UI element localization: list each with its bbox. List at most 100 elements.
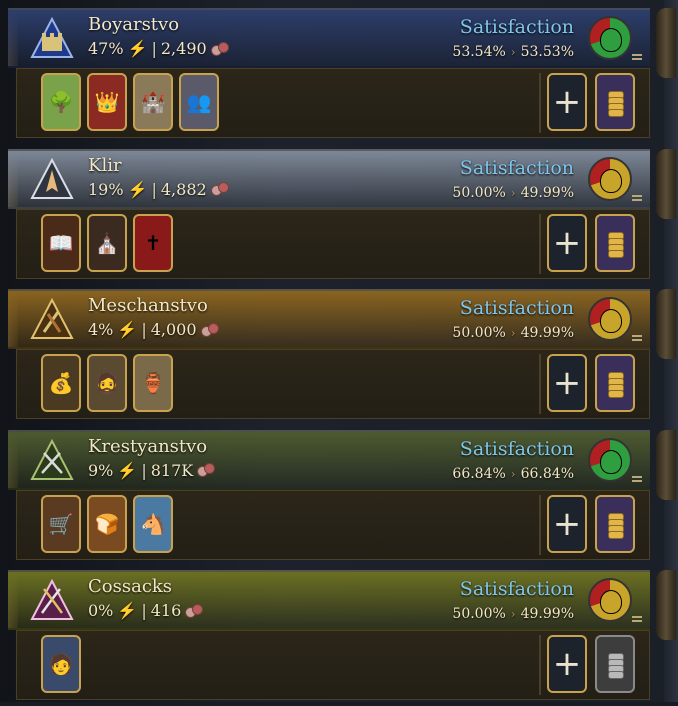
satisfaction-gauge[interactable]: [588, 156, 632, 201]
estate-header[interactable]: Krestyanstvo 9% ⚡ | 817K Satisfaction 66.84% › 6…: [8, 429, 650, 490]
hay-cart-card-icon[interactable]: 🛒: [41, 494, 81, 553]
estate-name: Meschanstvo: [88, 295, 208, 316]
estate-panel-meschanstvo: Meschanstvo 4% ⚡ | 4,000 Satisfaction 50.00% › 4…: [8, 289, 676, 425]
holy-book-card-icon[interactable]: 📖: [41, 213, 81, 272]
satisfaction-current: 50.00%: [452, 325, 506, 341]
estate-name: Boyarstvo: [88, 14, 180, 35]
add-privilege-button[interactable]: +: [547, 354, 587, 412]
stats-separator: |: [151, 39, 157, 58]
bishop-mitre-card-icon[interactable]: ✝: [133, 213, 173, 272]
satisfaction-gauge[interactable]: [588, 437, 632, 482]
privilege-cards: 💰 🧔 🏺: [41, 354, 173, 412]
influence-bolt-icon: ⚡: [117, 320, 138, 339]
estate-body: 🌳 👑 🏰 👥 +: [16, 68, 650, 138]
cossack-portrait-card-icon[interactable]: 🧑: [41, 635, 81, 693]
coin-stack-icon: [603, 87, 627, 117]
add-privilege-button[interactable]: +: [547, 213, 587, 272]
satisfaction-label: Satisfaction: [459, 156, 574, 179]
menu-lines-icon[interactable]: [632, 479, 642, 482]
estate-panel-klir: Klir 19% ⚡ | 4,882 Satisfaction 50.00% › 49.99% 📖…: [8, 148, 676, 285]
grant-funds-button[interactable]: [595, 73, 635, 131]
castle-icon: [28, 16, 76, 62]
grant-funds-button[interactable]: [595, 354, 635, 412]
estate-panel-cossacks: Cossacks 0% ⚡ | 416 Satisfaction 50.00% › 49.99%…: [8, 570, 676, 706]
body-divider: [539, 494, 541, 555]
grant-funds-button[interactable]: [595, 494, 635, 553]
privilege-cards: 📖 ⛪ ✝: [41, 213, 173, 272]
population-icon: [210, 41, 229, 56]
tools-icon: [28, 297, 76, 343]
market-stall-card-icon[interactable]: 🏺: [133, 354, 173, 412]
panel-ornament-right: [656, 289, 676, 359]
population-value: 416: [150, 601, 182, 620]
grant-funds-button[interactable]: [595, 635, 635, 693]
panel-ornament-right: [656, 429, 676, 500]
population-value: 4,882: [160, 179, 207, 199]
body-divider: [539, 213, 541, 274]
body-divider: [539, 635, 541, 695]
satisfaction-values: 50.00% › 49.99%: [452, 606, 574, 622]
satisfaction-current: 50.00%: [452, 184, 506, 201]
noble-lady-card-icon[interactable]: 👑: [87, 73, 127, 131]
coin-purse-card-icon[interactable]: 💰: [41, 354, 81, 412]
estate-header[interactable]: Cossacks 0% ⚡ | 416 Satisfaction 50.00% › 49.99%: [8, 570, 650, 630]
add-privilege-button[interactable]: +: [547, 73, 587, 131]
merchant-card-icon[interactable]: 🧔: [87, 354, 127, 412]
satisfaction-current: 53.54%: [452, 44, 506, 60]
estate-header[interactable]: Boyarstvo 47% ⚡ | 2,490 Satisfaction 53.54% › 53…: [8, 8, 650, 68]
menu-lines-icon[interactable]: [632, 339, 642, 341]
menu-lines-icon[interactable]: [632, 58, 642, 60]
influence-bolt-icon: ⚡: [117, 460, 138, 480]
estate-body: 📖 ⛪ ✝ +: [16, 208, 650, 279]
menu-lines-icon[interactable]: [632, 198, 642, 201]
theatre-mask-icon: [600, 168, 622, 193]
estate-name: Klir: [88, 154, 122, 176]
praying-hands-icon: [28, 157, 76, 203]
satisfaction-gauge[interactable]: [588, 297, 632, 341]
theatre-mask-icon: [600, 590, 622, 614]
influence-bolt-icon: ⚡: [127, 179, 148, 199]
menu-lines-icon[interactable]: [632, 620, 642, 622]
coin-stack-icon: [603, 509, 627, 539]
horse-card-icon[interactable]: 🐴: [133, 494, 173, 553]
chevron-right-icon: ›: [510, 607, 516, 621]
theatre-mask-icon: [600, 28, 622, 52]
estate-body: 🧑 +: [16, 630, 650, 700]
grant-funds-button[interactable]: [595, 213, 635, 272]
estate-stats: 4% ⚡ | 4,000: [88, 320, 219, 339]
add-privilege-button[interactable]: +: [547, 494, 587, 553]
estate-header[interactable]: Klir 19% ⚡ | 4,882 Satisfaction 50.00% › 49.99%: [8, 148, 650, 209]
panel-ornament-right: [656, 148, 676, 219]
satisfaction-current: 50.00%: [452, 606, 506, 622]
chevron-right-icon: ›: [510, 326, 516, 340]
satisfaction-next: 49.99%: [520, 325, 574, 341]
influence-value: 19%: [88, 179, 124, 199]
pitchfork-icon: [28, 438, 76, 484]
privilege-cards: 🧑: [41, 635, 81, 693]
panel-ornament-right: [656, 570, 676, 640]
influence-bolt-icon: ⚡: [127, 39, 148, 58]
stats-separator: |: [141, 320, 147, 339]
coin-stack-icon: [603, 368, 627, 398]
bread-card-icon[interactable]: 🍞: [87, 494, 127, 553]
add-privilege-button[interactable]: +: [547, 635, 587, 693]
satisfaction-label: Satisfaction: [459, 578, 574, 600]
satisfaction-current: 66.84%: [452, 465, 506, 482]
monk-card-icon[interactable]: ⛪: [87, 213, 127, 272]
estate-header[interactable]: Meschanstvo 4% ⚡ | 4,000 Satisfaction 50.00% › 4…: [8, 289, 650, 349]
stats-separator: |: [141, 601, 147, 620]
influence-value: 4%: [88, 320, 114, 339]
satisfaction-label: Satisfaction: [459, 437, 574, 460]
satisfaction-gauge[interactable]: [588, 578, 632, 622]
tower-card-icon[interactable]: 🏰: [133, 73, 173, 131]
population-value: 2,490: [160, 39, 207, 58]
satisfaction-values: 50.00% › 49.99%: [452, 325, 574, 341]
population-icon: [210, 182, 229, 196]
population-icon: [197, 463, 216, 477]
satisfaction-gauge[interactable]: [588, 16, 632, 60]
influence-value: 9%: [88, 460, 114, 480]
landscape-card-icon[interactable]: 🌳: [41, 73, 81, 131]
noble-couple-card-icon[interactable]: 👥: [179, 73, 219, 131]
crossed-sabres-icon: [28, 578, 76, 624]
satisfaction-next: 66.84%: [520, 465, 574, 482]
